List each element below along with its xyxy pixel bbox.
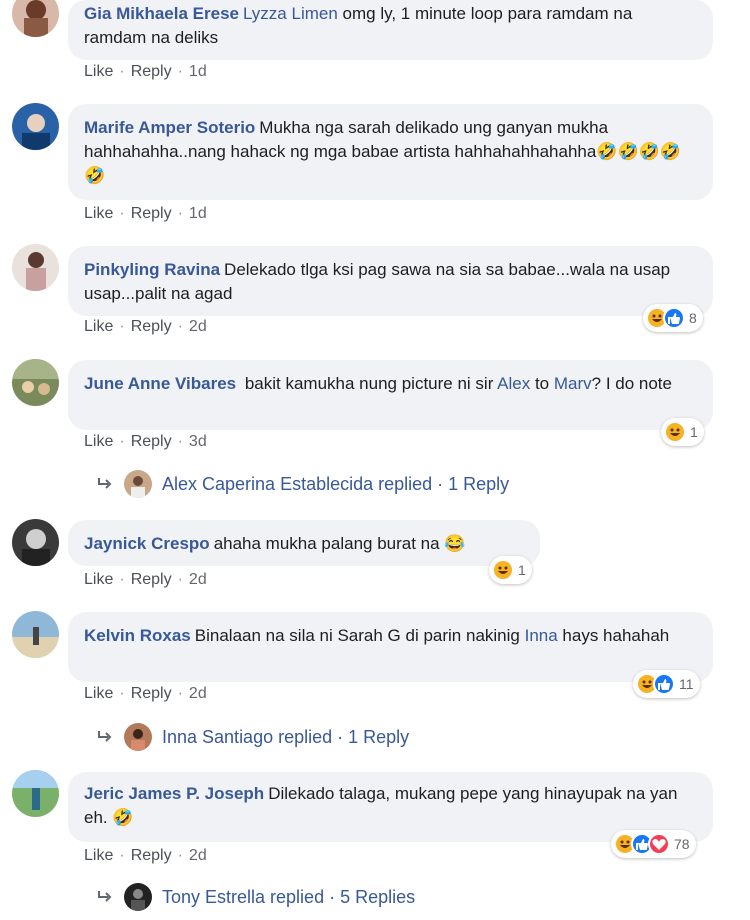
comment-mention[interactable]: Alex: [497, 374, 530, 393]
separator: ·: [177, 63, 183, 80]
comment-text: ahaha mukha palang burat na 😂: [213, 534, 466, 553]
timestamp[interactable]: 1d: [189, 63, 207, 81]
separator: ·: [119, 205, 125, 222]
separator: ·: [119, 571, 125, 588]
reply-button[interactable]: Reply: [131, 685, 172, 703]
comment-actions: Like · Reply · 2d: [84, 685, 207, 703]
view-replies-link[interactable]: Tony Estrella replied · 5 Replies: [96, 883, 415, 911]
separator: ·: [119, 318, 125, 335]
timestamp[interactable]: 2d: [189, 847, 207, 865]
avatar[interactable]: [12, 0, 59, 37]
avatar[interactable]: [12, 103, 59, 150]
reply-button[interactable]: Reply: [131, 205, 172, 223]
comment-actions: Like · Reply · 2d: [84, 318, 207, 336]
reaction-count: 8: [689, 310, 697, 326]
separator: ·: [119, 433, 125, 450]
separator: ·: [177, 685, 183, 702]
comment-text: Binalaan na sila ni Sarah G di parin nak…: [194, 626, 525, 645]
separator: ·: [119, 685, 125, 702]
view-replies-link[interactable]: Inna Santiago replied · 1 Reply: [96, 723, 409, 751]
separator: ·: [177, 205, 183, 222]
like-button[interactable]: Like: [84, 847, 113, 865]
like-button[interactable]: Like: [84, 685, 113, 703]
comment-text: bakit kamukha nung picture ni sir: [240, 374, 498, 393]
comment-author[interactable]: Kelvin Roxas: [84, 626, 191, 645]
reaction-summary[interactable]: 1: [489, 556, 532, 584]
comment-actions: Like · Reply · 2d: [84, 847, 207, 865]
haha-reaction-icon: [492, 559, 514, 581]
replies-summary[interactable]: Alex Caperina Establecida replied · 1 Re…: [162, 474, 509, 495]
comment-author[interactable]: Pinkyling Ravina: [84, 260, 220, 279]
comment-text: to: [530, 374, 554, 393]
reaction-count: 1: [518, 562, 526, 578]
like-button[interactable]: Like: [84, 433, 113, 451]
reply-arrow-icon: [98, 478, 112, 489]
reaction-summary[interactable]: 1: [661, 418, 704, 446]
avatar[interactable]: [12, 519, 59, 566]
comment-bubble: Pinkyling Ravina Delekado tlga ksi pag sa…: [68, 246, 713, 316]
reaction-count: 1: [690, 424, 698, 440]
comment-bubble: Kelvin Roxas Binalaan na sila ni Sarah G …: [68, 612, 713, 682]
avatar[interactable]: [12, 770, 59, 817]
separator: ·: [177, 847, 183, 864]
comment-author[interactable]: June Anne Vibares: [84, 374, 236, 393]
separator: ·: [177, 571, 183, 588]
comment-bubble: Gia Mikhaela Erese Lyzza Limen omg ly, 1 …: [68, 0, 713, 60]
replies-summary[interactable]: Tony Estrella replied · 5 Replies: [162, 887, 415, 908]
comment-mention[interactable]: Inna: [525, 626, 558, 645]
replies-summary[interactable]: Inna Santiago replied · 1 Reply: [162, 727, 409, 748]
like-button[interactable]: Like: [84, 571, 113, 589]
like-button[interactable]: Like: [84, 63, 113, 81]
reaction-summary[interactable]: 11: [633, 670, 700, 698]
reply-arrow-icon: [98, 891, 112, 902]
comment-actions: Like · Reply · 1d: [84, 205, 207, 223]
reply-button[interactable]: Reply: [131, 433, 172, 451]
comment-actions: Like · Reply · 1d: [84, 63, 207, 81]
avatar: [124, 470, 152, 498]
timestamp[interactable]: 3d: [189, 433, 207, 451]
reaction-count: 78: [674, 836, 690, 852]
avatar[interactable]: [12, 244, 59, 291]
reaction-summary[interactable]: 78: [611, 830, 696, 858]
avatar: [124, 883, 152, 911]
comment-actions: Like · Reply · 2d: [84, 571, 207, 589]
timestamp[interactable]: 2d: [189, 571, 207, 589]
comment-text: ? I do note: [591, 374, 672, 393]
like-button[interactable]: Like: [84, 318, 113, 336]
reply-button[interactable]: Reply: [131, 847, 172, 865]
reply-button[interactable]: Reply: [131, 571, 172, 589]
love-reaction-icon: [648, 833, 670, 855]
comment-author[interactable]: Jeric James P. Joseph: [84, 784, 264, 803]
like-reaction-icon: [663, 307, 685, 329]
comment-mention[interactable]: Marv: [554, 374, 592, 393]
like-reaction-icon: [653, 673, 675, 695]
avatar[interactable]: [12, 611, 59, 658]
avatar[interactable]: [12, 359, 59, 406]
comment-author[interactable]: Jaynick Crespo: [84, 534, 210, 553]
timestamp[interactable]: 1d: [189, 205, 207, 223]
comment-mention[interactable]: Lyzza Limen: [243, 4, 338, 23]
timestamp[interactable]: 2d: [189, 318, 207, 336]
separator: ·: [177, 433, 183, 450]
avatar: [124, 723, 152, 751]
separator: ·: [119, 63, 125, 80]
reaction-summary[interactable]: 8: [643, 304, 703, 332]
view-replies-link[interactable]: Alex Caperina Establecida replied · 1 Re…: [96, 470, 509, 498]
comment-author[interactable]: Marife Amper Soterio: [84, 118, 255, 137]
comment-text: hays hahahah: [557, 626, 670, 645]
reply-button[interactable]: Reply: [131, 63, 172, 81]
timestamp[interactable]: 2d: [189, 685, 207, 703]
haha-reaction-icon: [664, 421, 686, 443]
reaction-count: 11: [679, 676, 694, 692]
separator: ·: [177, 318, 183, 335]
comment-actions: Like · Reply · 3d: [84, 433, 207, 451]
reply-arrow-icon: [98, 731, 112, 742]
comment-bubble: Jaynick Crespo ahaha mukha palang burat n…: [68, 520, 540, 566]
separator: ·: [119, 847, 125, 864]
reply-button[interactable]: Reply: [131, 318, 172, 336]
comment-author[interactable]: Gia Mikhaela Erese: [84, 4, 239, 23]
like-button[interactable]: Like: [84, 205, 113, 223]
comment-bubble: June Anne Vibares bakit kamukha nung pic…: [68, 360, 713, 430]
comment-bubble: Marife Amper Soterio Mukha nga sarah deli…: [68, 104, 713, 200]
